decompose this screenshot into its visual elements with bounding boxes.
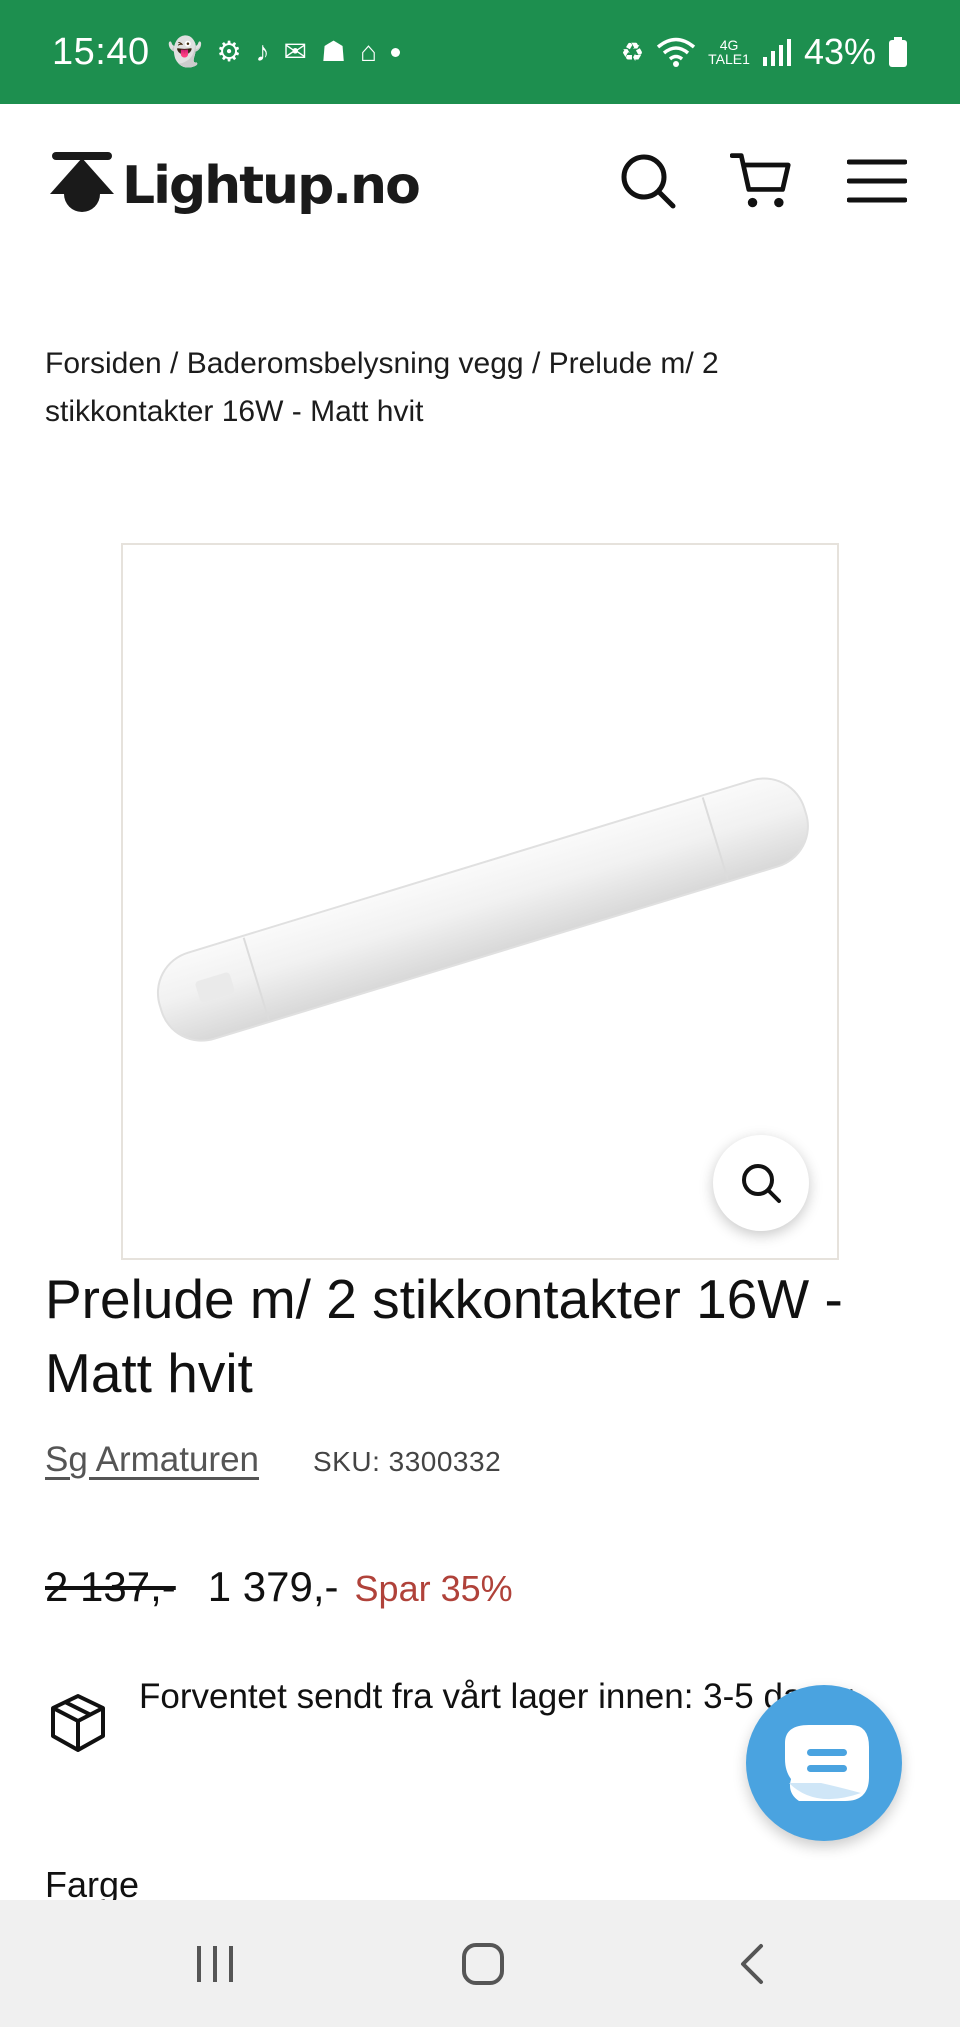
status-time: 15:40 [52, 30, 150, 73]
shipping-info: Forventet sendt fra vårt lager innen: 3-… [45, 1668, 865, 1756]
status-bar: 15:40 👻 ⚙ ♪ ✉ ☗ ⌂ ♻ 4G TALE1 43% [0, 0, 960, 104]
original-price: 2 137,- [45, 1563, 176, 1610]
home-button[interactable] [448, 1932, 518, 1996]
tiktok-icon: ♪ [255, 36, 270, 67]
zoom-button[interactable] [713, 1135, 809, 1231]
breadcrumb-category[interactable]: Baderomsbelysning vegg [187, 347, 524, 380]
sale-price: 1 379,- [207, 1563, 339, 1610]
logo-text: Lightup.no [122, 156, 421, 216]
recent-apps-icon [197, 1946, 233, 1982]
site-header: Lightup.no [0, 104, 960, 264]
chat-button[interactable] [746, 1685, 902, 1841]
lamp-logo-icon [50, 152, 114, 212]
product-title: Prelude m/ 2 stikkontakter 16W - Matt hv… [45, 1268, 843, 1404]
vendor-link[interactable]: Sg Armaturen [45, 1440, 259, 1480]
outlook-icon: ✉ [283, 36, 308, 67]
search-button[interactable] [617, 150, 679, 212]
battery-percent: 43% [803, 31, 876, 72]
search-icon [621, 154, 676, 209]
home-app-icon: ⌂ [360, 36, 378, 67]
network-type: 4G TALE1 [708, 37, 750, 67]
zoom-icon [742, 1164, 781, 1203]
menu-button[interactable] [846, 150, 908, 212]
wifi-icon [657, 37, 696, 67]
product-image[interactable] [121, 543, 839, 1260]
more-notifications-icon [391, 47, 401, 57]
menu-icon [847, 159, 907, 203]
breadcrumb-home[interactable]: Forsiden [45, 347, 162, 380]
chat-icon [785, 1725, 869, 1801]
signal-icon [762, 39, 791, 66]
app-notification-icon: ☗ [321, 36, 347, 67]
back-icon [741, 1944, 763, 1984]
system-nav-bar [0, 1900, 960, 2027]
product-sku: SKU: 3300332 [313, 1446, 502, 1477]
package-icon [51, 1694, 105, 1752]
breadcrumb: Forsiden / Baderomsbelysning vegg / Prel… [45, 340, 845, 436]
cart-button[interactable] [730, 150, 792, 212]
settings-notification-icon: ⚙ [216, 36, 242, 67]
site-logo[interactable]: Lightup.no [46, 148, 421, 224]
notification-icons: 👻 ⚙ ♪ ✉ ☗ ⌂ [167, 36, 401, 67]
breadcrumb-separator: / [161, 347, 187, 380]
recent-apps-button[interactable] [180, 1932, 250, 1996]
battery-saver-icon: ♻ [620, 36, 645, 67]
breadcrumb-separator: / [523, 347, 549, 380]
home-icon [462, 1943, 504, 1985]
battery-icon [889, 37, 907, 67]
price-row: 2 137,- 1 379,- Spar 35% [45, 1563, 513, 1611]
back-button[interactable] [718, 1932, 788, 1996]
savings-badge: Spar 35% [354, 1568, 513, 1609]
product-meta: Sg Armaturen SKU: 3300332 [45, 1440, 501, 1480]
cart-icon [730, 153, 791, 208]
snapchat-icon: 👻 [167, 36, 203, 67]
